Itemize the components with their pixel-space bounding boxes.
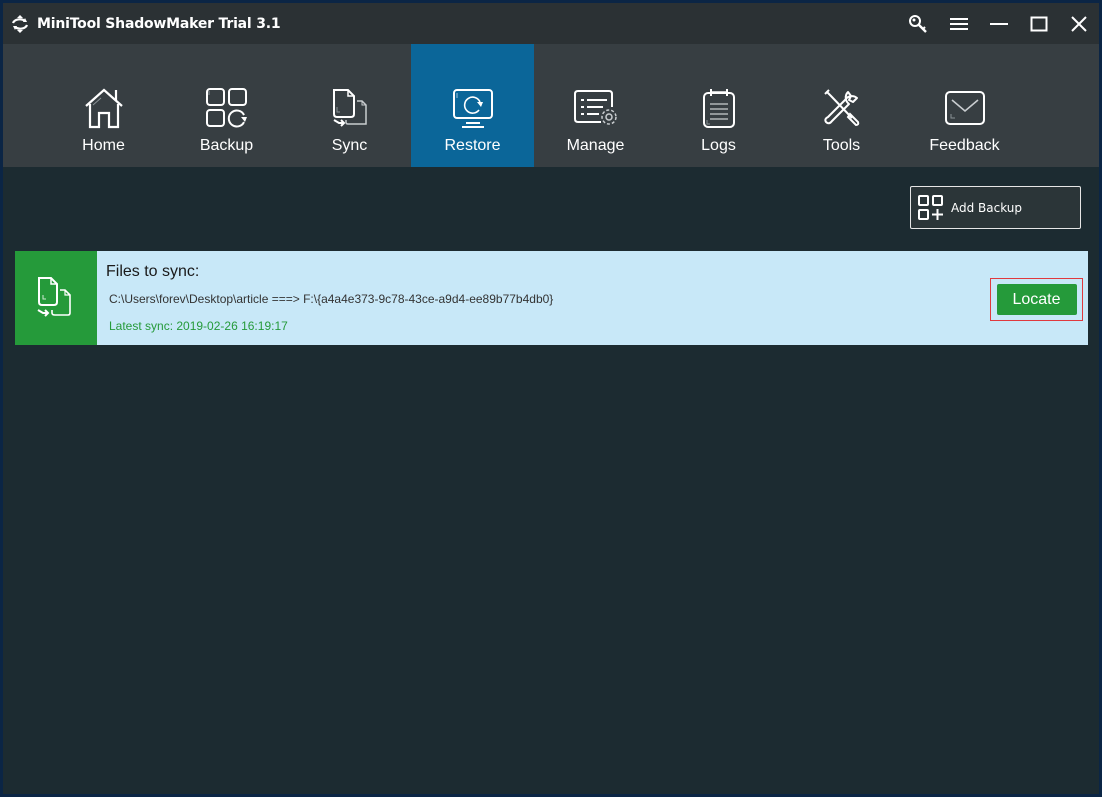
nav-label: Logs: [701, 137, 736, 154]
restore-content: Add Backup Files to sync: C:\Users\forev…: [3, 167, 1099, 794]
restore-icon: [449, 84, 497, 132]
backup-icon: [203, 84, 251, 132]
register-key-button[interactable]: [899, 3, 939, 44]
sync-files-icon: [35, 275, 77, 321]
nav-manage[interactable]: Manage: [534, 44, 657, 167]
nav-label: Backup: [199, 137, 254, 154]
nav-label: Sync: [331, 137, 368, 154]
minimize-icon: [989, 16, 1009, 32]
nav-backup[interactable]: Backup: [165, 44, 288, 167]
key-icon: [908, 14, 930, 34]
nav-label: Home: [82, 137, 125, 154]
app-logo-icon: [9, 13, 31, 35]
menu-icon: [949, 16, 969, 32]
minimize-button[interactable]: [979, 3, 1019, 44]
nav-home[interactable]: Home: [42, 44, 165, 167]
main-nav: Home Backup Sync Restore Manage Logs Too…: [3, 44, 1099, 167]
add-backup-icon: [918, 194, 944, 221]
manage-icon: [572, 84, 620, 132]
feedback-icon: [941, 84, 989, 132]
nav-label: Tools: [822, 137, 861, 154]
nav-sync[interactable]: Sync: [288, 44, 411, 167]
nav-restore[interactable]: Restore: [411, 44, 534, 167]
tools-icon: [818, 84, 866, 132]
menu-button[interactable]: [939, 3, 979, 44]
task-type-icon-box: [15, 251, 97, 345]
nav-label: Feedback: [929, 137, 1000, 154]
window-title: MiniTool ShadowMaker Trial 3.1: [37, 15, 281, 32]
nav-tools[interactable]: Tools: [780, 44, 903, 167]
close-icon: [1070, 15, 1088, 33]
nav-feedback[interactable]: Feedback: [903, 44, 1026, 167]
nav-label: Restore: [444, 137, 501, 154]
task-latest-sync: Latest sync: 2019-02-26 16:19:17: [109, 319, 288, 333]
task-source-destination: C:\Users\forev\Desktop\article ===> F:\{…: [109, 292, 554, 306]
app-window: MiniTool ShadowMaker Trial 3.1 Home Back…: [3, 3, 1099, 794]
sync-icon: [326, 84, 374, 132]
nav-label: Manage: [566, 137, 625, 154]
maximize-icon: [1030, 16, 1048, 32]
add-backup-button[interactable]: Add Backup: [910, 186, 1081, 229]
title-bar: MiniTool ShadowMaker Trial 3.1: [3, 3, 1099, 44]
maximize-button[interactable]: [1019, 3, 1059, 44]
logs-icon: [695, 84, 743, 132]
locate-highlight-box: Locate: [990, 278, 1083, 321]
close-button[interactable]: [1059, 3, 1099, 44]
home-icon: [80, 84, 128, 132]
add-backup-label: Add Backup: [951, 200, 1023, 215]
nav-logs[interactable]: Logs: [657, 44, 780, 167]
sync-task-card[interactable]: Files to sync: C:\Users\forev\Desktop\ar…: [15, 251, 1088, 345]
task-title: Files to sync:: [106, 263, 200, 280]
task-details: Files to sync: C:\Users\forev\Desktop\ar…: [97, 251, 1088, 345]
locate-button[interactable]: Locate: [996, 284, 1077, 315]
